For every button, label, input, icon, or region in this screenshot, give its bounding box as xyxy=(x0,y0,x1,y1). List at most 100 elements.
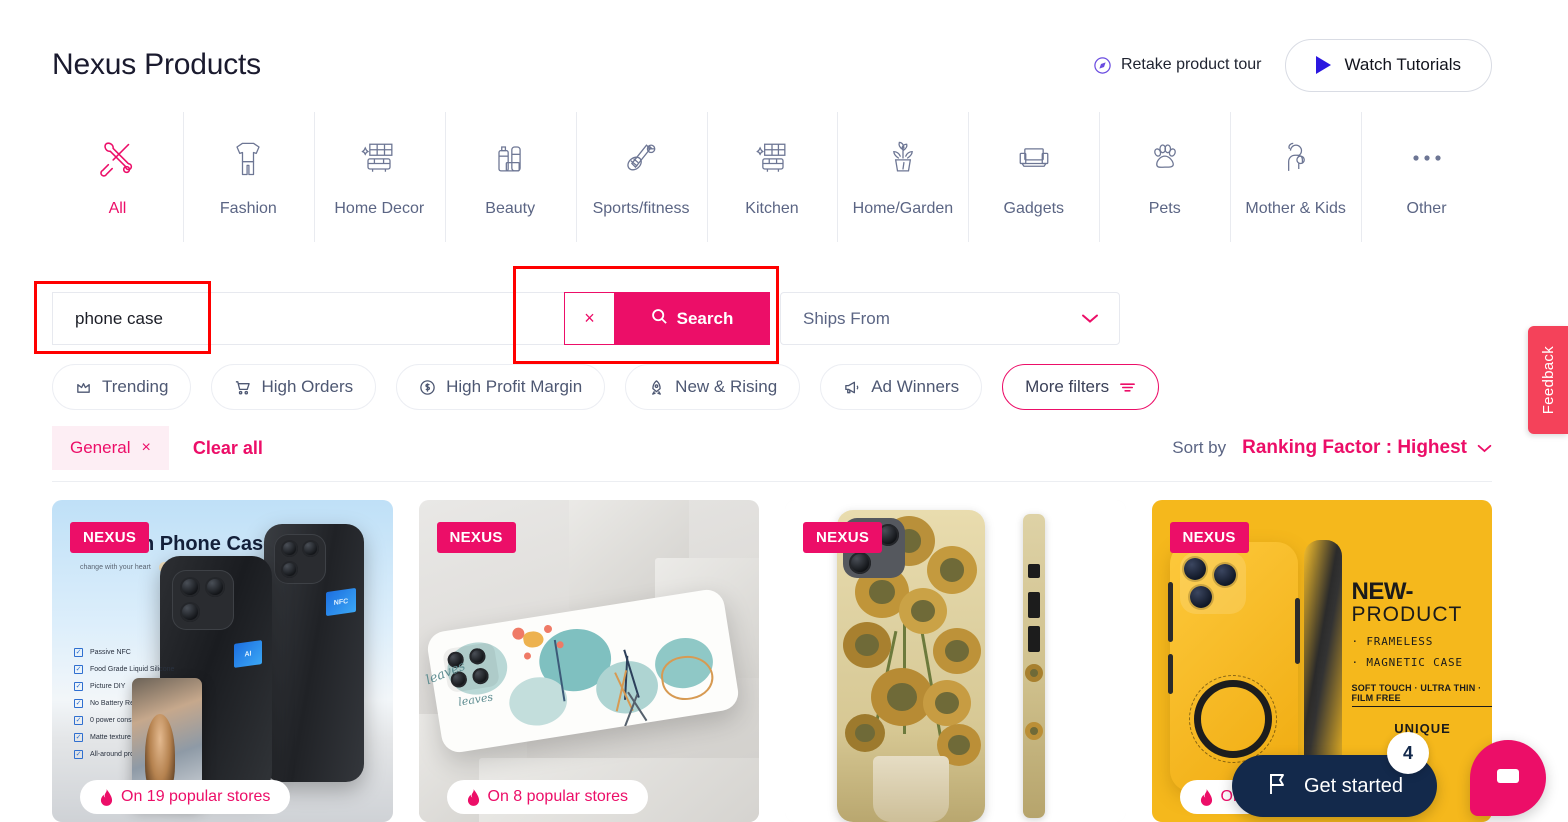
phone-back-art: NFC xyxy=(264,524,364,782)
category-label: Kitchen xyxy=(745,200,799,217)
product-card[interactable]: NEXUS xyxy=(785,500,1126,822)
filter-chip-label: Trending xyxy=(102,377,169,396)
cosmetics-icon xyxy=(488,132,532,184)
chevron-down-icon xyxy=(1081,309,1099,329)
filter-chip-label: More filters xyxy=(1025,377,1110,396)
paw-icon xyxy=(1143,132,1187,184)
ships-from-select[interactable]: Ships From xyxy=(780,292,1120,345)
category-item-home-decor[interactable]: Home Decor xyxy=(313,112,445,242)
category-label: Pets xyxy=(1148,200,1181,217)
brand-wordmark: UNIQUE xyxy=(1394,721,1451,736)
filter-chip-high-profit-margin[interactable]: High Profit Margin xyxy=(396,364,606,410)
filter-chip-high-orders[interactable]: High Orders xyxy=(211,364,377,410)
category-item-other[interactable]: Other xyxy=(1361,112,1492,242)
retake-product-tour-label: Retake product tour xyxy=(1120,56,1262,73)
category-item-sports-fitness[interactable]: Sports/fitness xyxy=(575,112,707,242)
remove-tag-icon[interactable]: × xyxy=(141,439,150,457)
search-input-value: phone case xyxy=(75,308,163,328)
category-item-mother-kids[interactable]: Mother & Kids xyxy=(1230,112,1361,242)
clear-all-button[interactable]: Clear all xyxy=(193,438,263,459)
retake-product-tour-button[interactable]: Retake product tour xyxy=(1093,56,1262,75)
category-label: Home Decor xyxy=(334,200,425,217)
category-label: Sports/fitness xyxy=(592,200,690,217)
sports-icon xyxy=(619,132,663,184)
category-item-home-garden[interactable]: Home/Garden xyxy=(837,112,968,242)
filter-chip-row: Trending High Orders High Profit Margin xyxy=(52,364,1160,410)
feedback-tab[interactable]: Feedback xyxy=(1528,326,1568,434)
applied-tag-general[interactable]: General × xyxy=(52,426,169,470)
popular-stores-label: On 8 popular stores xyxy=(487,788,629,805)
applied-filters-row: General × Clear all Sort by Ranking Fact… xyxy=(52,426,1492,470)
sort-by-select[interactable]: Ranking Factor : Highest xyxy=(1242,437,1492,459)
filter-chip-more-filters[interactable]: More filters xyxy=(1002,364,1160,410)
nfc-chip-art: NFC xyxy=(326,587,356,617)
chat-icon xyxy=(1493,761,1523,796)
check-icon: ✓ xyxy=(74,665,83,674)
product-card[interactable]: leaves leaves NEXUS On 8 popular stores xyxy=(418,500,759,822)
product-art-title: n Phone Case xyxy=(142,533,275,555)
search-row: phone case × Search Ships From xyxy=(52,292,1120,345)
rocket-icon xyxy=(648,379,665,396)
check-icon: ✓ xyxy=(74,699,83,708)
clear-search-button[interactable]: × xyxy=(564,292,614,345)
category-item-fashion[interactable]: Fashion xyxy=(182,112,314,242)
furniture-icon xyxy=(750,132,794,184)
applied-tag-label: General xyxy=(70,438,131,457)
category-item-beauty[interactable]: Beauty xyxy=(444,112,576,242)
phone-case-side-art xyxy=(1023,514,1045,818)
flag-icon xyxy=(1266,772,1288,800)
filter-chip-ad-winners[interactable]: Ad Winners xyxy=(820,364,983,410)
app-root: Nexus Products Retake product tour Watch… xyxy=(0,0,1568,822)
filter-chip-label: New & Rising xyxy=(675,377,778,396)
filter-chip-trending[interactable]: Trending xyxy=(52,364,192,410)
feedback-label: Feedback xyxy=(1539,345,1557,415)
brand-badge: NEXUS xyxy=(70,522,150,553)
vase-art xyxy=(873,756,949,822)
product-art-copy: NEW- PRODUCT · FRAMELESS · MAGNETIC CASE… xyxy=(1351,578,1492,736)
header-actions: Retake product tour Watch Tutorials xyxy=(1093,38,1492,92)
clothing-icon xyxy=(226,132,270,184)
tools-icon xyxy=(94,132,140,184)
phone-case-side-art xyxy=(1303,540,1342,790)
magsafe-ring-art xyxy=(1188,675,1277,763)
check-icon: ✓ xyxy=(74,648,83,657)
category-item-all[interactable]: All xyxy=(52,112,183,242)
product-card[interactable]: n Phone Case change with your heart Pers… xyxy=(52,500,393,822)
page-title: Nexus Products xyxy=(52,48,261,81)
phone-case-art: leaves xyxy=(424,587,741,755)
category-item-gadgets[interactable]: Gadgets xyxy=(968,112,1099,242)
flame-icon xyxy=(1200,788,1213,806)
footnote: SOFT TOUCH · ULTRA THIN · FILM FREE xyxy=(1351,683,1492,707)
sort-controls: Sort by Ranking Factor : Highest xyxy=(1172,437,1492,459)
page-header: Nexus Products Retake product tour Watch… xyxy=(52,38,1492,92)
brand-badge: NEXUS xyxy=(436,522,516,553)
filter-chip-label: High Profit Margin xyxy=(446,377,583,396)
ai-chip-art: AI xyxy=(234,640,262,668)
mother-child-icon xyxy=(1274,132,1318,184)
check-icon: ✓ xyxy=(74,716,83,725)
headline-top: NEW- xyxy=(1351,578,1414,605)
category-label: Fashion xyxy=(219,200,277,217)
watch-tutorials-button[interactable]: Watch Tutorials xyxy=(1285,38,1492,92)
search-button-label: Search xyxy=(676,308,734,328)
category-item-pets[interactable]: Pets xyxy=(1099,112,1230,242)
search-button[interactable]: Search xyxy=(614,292,770,345)
category-label: All xyxy=(108,200,127,217)
chevron-down-icon xyxy=(1477,437,1492,459)
category-item-kitchen[interactable]: Kitchen xyxy=(706,112,838,242)
brand-badge: NEXUS xyxy=(803,522,883,553)
category-label: Other xyxy=(1406,200,1447,217)
feature-item: ✓ Passive NFC xyxy=(74,648,131,657)
chat-button[interactable] xyxy=(1470,740,1546,816)
category-label: Mother & Kids xyxy=(1245,200,1346,217)
sort-by-value: Ranking Factor : Highest xyxy=(1242,437,1467,458)
search-input[interactable]: phone case xyxy=(52,292,564,345)
flame-icon xyxy=(467,788,480,806)
filter-chip-new-and-rising[interactable]: New & Rising xyxy=(625,364,801,410)
cart-icon xyxy=(234,379,251,396)
close-icon: × xyxy=(584,308,595,328)
phone-case-art xyxy=(837,510,985,822)
megaphone-icon xyxy=(843,379,861,396)
devices-icon xyxy=(1012,132,1056,184)
popular-stores-badge: On 8 popular stores xyxy=(446,780,649,814)
